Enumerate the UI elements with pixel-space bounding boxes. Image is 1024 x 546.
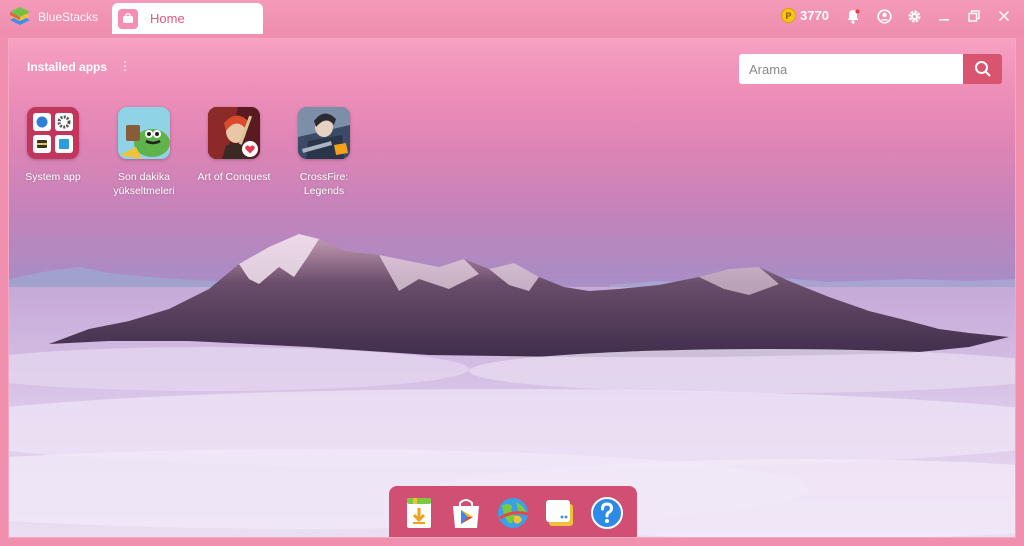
dock-multi-instance[interactable]	[542, 495, 578, 531]
settings-gear-icon[interactable]	[905, 7, 923, 25]
help-icon	[591, 496, 624, 529]
close-icon[interactable]	[995, 7, 1013, 25]
app-label: CrossFire: Legends	[299, 171, 349, 197]
app-art-of-conquest[interactable]: Art of Conquest	[194, 107, 274, 184]
brand: BlueStacks	[8, 6, 98, 28]
minimize-icon[interactable]	[935, 7, 953, 25]
tab-home-label: Home	[150, 11, 185, 26]
coin-balance[interactable]: P 3770	[781, 8, 829, 23]
globe-icon	[497, 497, 529, 528]
crossfire-legends-app-icon	[298, 107, 350, 159]
notification-bell-icon[interactable]	[844, 7, 862, 25]
windows-icon	[546, 499, 574, 526]
dock-app-center[interactable]	[401, 495, 437, 531]
search-field[interactable]	[739, 54, 963, 84]
search-button[interactable]	[963, 54, 1002, 84]
installed-apps-more-icon[interactable]: ⋮	[119, 59, 131, 73]
home-screen: Installed apps ⋮ System app	[8, 38, 1016, 538]
coin-count: 3770	[800, 8, 829, 23]
app-name: BlueStacks	[38, 10, 99, 24]
app-label: Art of Conquest	[197, 171, 271, 183]
bottom-dock	[389, 486, 637, 537]
home-tab-icon	[118, 8, 138, 29]
son-dakika-app-icon	[118, 107, 170, 159]
favorite-heart-icon	[242, 141, 258, 157]
play-store-icon	[452, 498, 479, 528]
dock-world-browser[interactable]	[495, 495, 531, 531]
art-of-conquest-app-icon	[208, 107, 260, 159]
system-app-icon	[27, 107, 79, 159]
dock-play-store[interactable]	[448, 495, 484, 531]
installed-apps-heading: Installed apps	[27, 60, 108, 74]
search-input[interactable]	[739, 54, 963, 84]
bluestacks-logo-icon	[8, 6, 32, 28]
title-bar: BlueStacks Home P 3770	[0, 0, 1024, 34]
dock-help[interactable]	[589, 495, 625, 531]
app-crossfire-legends[interactable]: CrossFire: Legends	[284, 107, 364, 198]
app-label: System app	[25, 171, 81, 183]
tab-home[interactable]: Home	[112, 3, 263, 34]
app-son-dakika[interactable]: Son dakika yükseltmeleri	[104, 107, 184, 198]
coin-icon: P	[781, 8, 796, 23]
app-label: Son dakika yükseltmeleri	[113, 171, 175, 197]
restore-icon[interactable]	[965, 7, 983, 25]
app-system[interactable]: System app	[13, 107, 93, 184]
download-icon	[406, 497, 431, 528]
search-icon	[974, 61, 991, 77]
account-icon[interactable]	[875, 7, 893, 25]
